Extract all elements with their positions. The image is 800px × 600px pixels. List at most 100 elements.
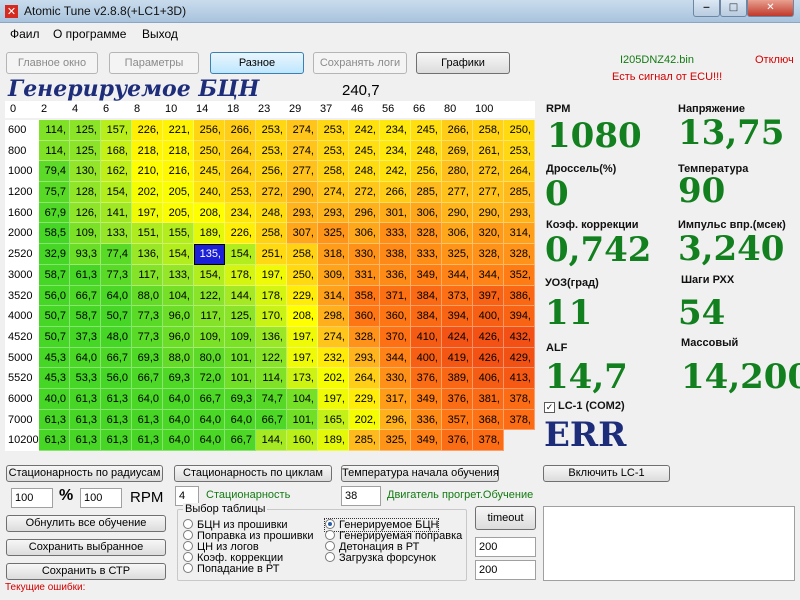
table-cell[interactable]: 93,3: [70, 244, 101, 265]
table-cell[interactable]: 325,: [380, 430, 411, 451]
table-cell[interactable]: 154,: [101, 182, 132, 203]
table-cell[interactable]: 50,7: [101, 306, 132, 327]
table-cell[interactable]: 264,: [225, 140, 256, 162]
table-cell[interactable]: 376,: [442, 430, 473, 451]
table-cell[interactable]: 40,0: [39, 388, 70, 410]
table-cell[interactable]: 58,7: [70, 306, 101, 327]
table-cell[interactable]: 293,: [349, 347, 380, 369]
table-cell[interactable]: 290,: [473, 202, 504, 224]
table-cell[interactable]: 221,: [163, 120, 194, 141]
table-cell[interactable]: 61,3: [101, 409, 132, 431]
table-cell[interactable]: 331,: [349, 264, 380, 286]
table-cell[interactable]: 258,: [287, 244, 318, 265]
table-cell[interactable]: 104,: [163, 285, 194, 307]
table-cell[interactable]: 253,: [256, 120, 287, 141]
table-cell[interactable]: 325,: [318, 223, 349, 245]
table-cell[interactable]: 151,: [132, 223, 163, 245]
table-cell[interactable]: 285,: [349, 430, 380, 451]
table-cell[interactable]: 197,: [132, 202, 163, 224]
table-cell[interactable]: 232,: [318, 347, 349, 369]
learning-temp-button[interactable]: Температура начала обучения: [341, 465, 499, 482]
percent-input[interactable]: 100: [11, 488, 53, 508]
table-cell[interactable]: 58,7: [39, 264, 70, 286]
radio-icon[interactable]: [183, 552, 193, 562]
table-cell[interactable]: 264,: [225, 161, 256, 183]
table-cell[interactable]: 344,: [442, 264, 473, 286]
table-cell[interactable]: 344,: [380, 347, 411, 369]
table-cell[interactable]: 328,: [473, 244, 504, 265]
table-cell[interactable]: 50,7: [39, 306, 70, 327]
table-cell[interactable]: 266,: [442, 120, 473, 141]
table-cell[interactable]: 336,: [380, 264, 411, 286]
log-textarea[interactable]: [543, 506, 795, 581]
table-cell[interactable]: 240,: [194, 182, 225, 203]
table-cell[interactable]: 250,: [194, 140, 225, 162]
table-cell[interactable]: 202,: [349, 409, 380, 431]
table-cell[interactable]: 376,: [442, 388, 473, 410]
table-cell[interactable]: 349,: [411, 430, 442, 451]
table-cell[interactable]: 53,3: [70, 368, 101, 389]
table-cell[interactable]: 64,0: [194, 409, 225, 431]
table-cell[interactable]: 285,: [504, 182, 535, 203]
table-cell[interactable]: 58,5: [39, 223, 70, 245]
table-cell[interactable]: 61,3: [70, 264, 101, 286]
table-cell[interactable]: 328,: [411, 223, 442, 245]
close-button[interactable]: ✕: [747, 0, 794, 17]
table-cell[interactable]: 101,: [287, 409, 318, 431]
table-cell[interactable]: 126,: [70, 202, 101, 224]
table-cell[interactable]: 229,: [287, 285, 318, 307]
table-cell[interactable]: 79,4: [39, 161, 70, 183]
rpm-threshold-input[interactable]: 100: [80, 488, 122, 508]
table-cell[interactable]: 197,: [256, 264, 287, 286]
table-cell[interactable]: 360,: [349, 306, 380, 327]
checkbox-checked-icon[interactable]: ✓: [544, 402, 555, 413]
table-cell[interactable]: 205,: [163, 182, 194, 203]
timeout-button[interactable]: timeout: [475, 506, 536, 530]
table-cell[interactable]: 306,: [349, 223, 380, 245]
table-cell[interactable]: 61,3: [101, 388, 132, 410]
table-cell[interactable]: 256,: [411, 161, 442, 183]
table-cell[interactable]: 424,: [442, 326, 473, 348]
table-cell[interactable]: 394,: [442, 306, 473, 327]
save-selected-button[interactable]: Сохранить выбранное: [6, 539, 166, 556]
table-cell[interactable]: 56,0: [101, 368, 132, 389]
table-cell[interactable]: 45,3: [39, 347, 70, 369]
table-cell[interactable]: 293,: [287, 202, 318, 224]
table-cell[interactable]: 301,: [380, 202, 411, 224]
table-cell[interactable]: 141,: [101, 202, 132, 224]
table-cell[interactable]: 272,: [473, 161, 504, 183]
table-cell[interactable]: 250,: [504, 120, 535, 141]
table-cell[interactable]: 69,3: [132, 347, 163, 369]
table-cell[interactable]: 381,: [473, 388, 504, 410]
params-button[interactable]: Параметры: [109, 52, 199, 74]
table-cell[interactable]: 253,: [318, 120, 349, 141]
table-cell[interactable]: 66,7: [70, 285, 101, 307]
table-cell[interactable]: 157,: [101, 120, 132, 141]
table-cell[interactable]: 378,: [504, 409, 535, 431]
table-cell[interactable]: 197,: [318, 388, 349, 410]
table-cell[interactable]: 160,: [287, 430, 318, 451]
table-cell[interactable]: 61,3: [101, 430, 132, 451]
table-cell[interactable]: 56,0: [39, 285, 70, 307]
table-cell[interactable]: 333,: [411, 244, 442, 265]
table-cell[interactable]: 277,: [473, 182, 504, 203]
table-cell[interactable]: 101,: [225, 368, 256, 389]
table-cell[interactable]: 253,: [225, 182, 256, 203]
table-cell[interactable]: 338,: [380, 244, 411, 265]
table-cell[interactable]: 419,: [442, 347, 473, 369]
table-cell[interactable]: 32,9: [39, 244, 70, 265]
table-cell[interactable]: 114,: [39, 140, 70, 162]
table-cell[interactable]: 144,: [256, 430, 287, 451]
table-cell[interactable]: 264,: [349, 368, 380, 389]
table-cell[interactable]: 96,0: [163, 326, 194, 348]
table-cell[interactable]: 234,: [380, 140, 411, 162]
table-cell[interactable]: 266,: [380, 182, 411, 203]
misc-button[interactable]: Разное: [210, 52, 304, 74]
table-cell[interactable]: 130,: [70, 161, 101, 183]
table-cell[interactable]: 77,3: [132, 326, 163, 348]
table-cell[interactable]: 155,: [163, 223, 194, 245]
table-cell[interactable]: 248,: [349, 161, 380, 183]
reset-learning-button[interactable]: Обнулить все обучение: [6, 515, 166, 532]
table-cell[interactable]: 125,: [70, 120, 101, 141]
table-cell[interactable]: 349,: [411, 264, 442, 286]
